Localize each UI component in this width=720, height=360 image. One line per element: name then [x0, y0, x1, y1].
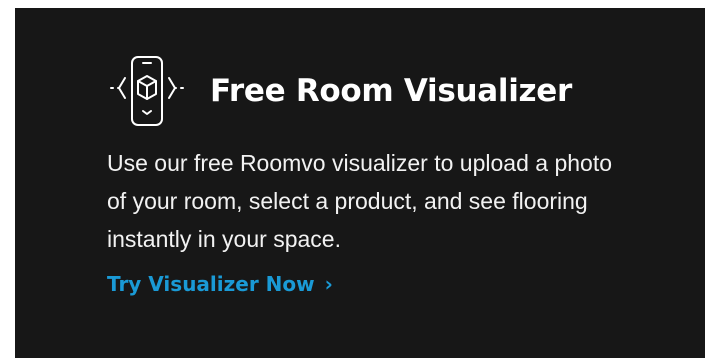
try-visualizer-label: Try Visualizer Now	[107, 272, 315, 296]
promo-title: Free Room Visualizer	[210, 73, 573, 109]
try-visualizer-link[interactable]: Try Visualizer Now ›	[107, 272, 333, 296]
chevron-right-icon: ›	[324, 272, 333, 296]
phone-ar-cube-icon	[110, 56, 184, 126]
promo-header: Free Room Visualizer	[107, 56, 572, 126]
promo-description: Use our free Roomvo visualizer to upload…	[107, 150, 613, 252]
visualizer-promo-panel: Free Room Visualizer Use our free Roomvo…	[15, 8, 705, 358]
